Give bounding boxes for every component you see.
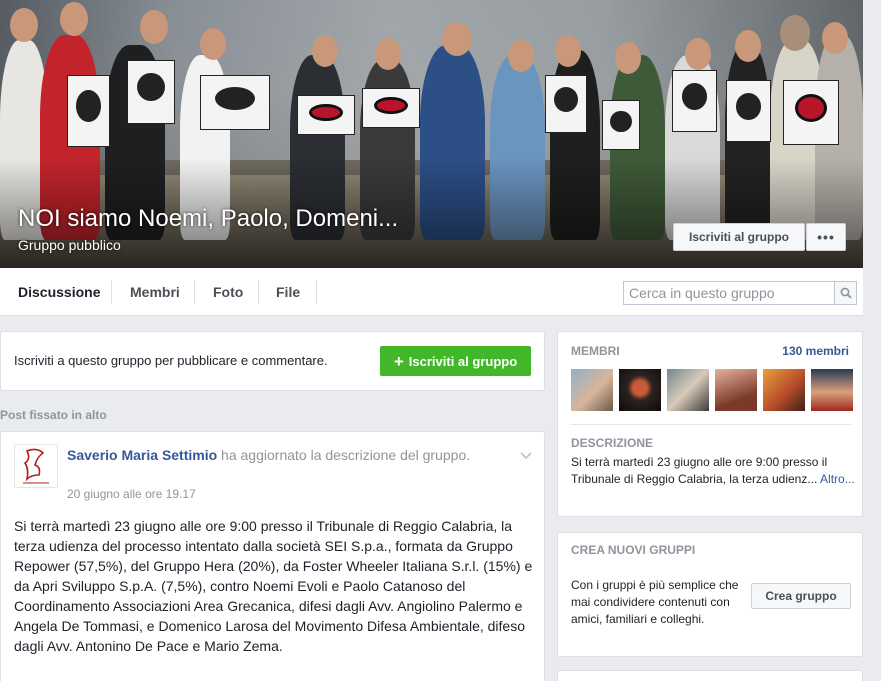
- cover-person-head: [780, 15, 810, 51]
- cover-person-head: [508, 40, 534, 72]
- group-privacy: Gruppo pubblico: [18, 237, 121, 253]
- protest-sign: [297, 95, 355, 135]
- cover-person-head: [60, 2, 88, 36]
- sidebar-divider: [571, 424, 851, 425]
- member-thumbnail[interactable]: [619, 369, 661, 411]
- chevron-down-icon[interactable]: [519, 448, 533, 462]
- tab-divider: [194, 280, 195, 304]
- tab-file[interactable]: File: [276, 268, 300, 316]
- author-name[interactable]: Saverio Maria Settimio: [67, 447, 217, 463]
- create-groups-text: Con i gruppi è più semplice che mai cond…: [571, 578, 739, 626]
- tab-membri[interactable]: Membri: [130, 268, 180, 316]
- group-title[interactable]: NOI siamo Noemi, Paolo, Domeni...: [18, 205, 398, 233]
- search-input[interactable]: [624, 282, 834, 304]
- tab-divider: [111, 280, 112, 304]
- tab-foto[interactable]: Foto: [213, 268, 243, 316]
- more-options-button[interactable]: •••: [806, 223, 846, 251]
- cover-person-head: [735, 30, 761, 62]
- cover-person-head: [200, 28, 226, 60]
- description-text: Si terrà martedì 23 giugno alle ore 9:00…: [571, 454, 856, 488]
- search-icon: [840, 287, 852, 299]
- join-group-button[interactable]: Iscriviti al gruppo: [673, 223, 805, 251]
- protest-sign: [672, 70, 717, 132]
- cover-person-head: [375, 38, 401, 70]
- cover-person-head: [685, 38, 711, 70]
- cover-person-head: [822, 22, 848, 54]
- protest-sign: [362, 88, 420, 128]
- description-heading: Descrizione: [571, 436, 654, 450]
- protest-sign: [602, 100, 640, 150]
- sidebar-next-card: [557, 670, 863, 681]
- tab-divider: [258, 280, 259, 304]
- cover-person-head: [555, 35, 581, 67]
- members-heading: Membri: [571, 344, 620, 358]
- post-body: Si terrà martedì 23 giugno alle ore 9:00…: [14, 518, 533, 654]
- create-groups-card: Crea nuovi gruppi Con i gruppi è più sem…: [557, 532, 863, 657]
- tab-divider: [316, 280, 317, 304]
- tab-discussione[interactable]: Discussione: [18, 268, 100, 316]
- protest-sign: [200, 75, 270, 130]
- member-thumbnail[interactable]: [571, 369, 613, 411]
- cover-person-head: [442, 22, 472, 56]
- member-thumbnail[interactable]: [715, 369, 757, 411]
- author-avatar[interactable]: [14, 444, 58, 488]
- join-prompt-card: Iscriviti a questo gruppo per pubblicare…: [0, 331, 545, 391]
- create-groups-heading: Crea nuovi gruppi: [571, 543, 696, 557]
- pinned-post-label: Post fissato in alto: [0, 408, 107, 422]
- cover-person-head: [10, 8, 38, 42]
- cover-person-head: [140, 10, 168, 44]
- create-group-button[interactable]: Crea gruppo: [751, 583, 851, 609]
- avatar-logo-icon: [23, 448, 49, 484]
- protest-sign: [67, 75, 110, 147]
- members-count-link[interactable]: 130 membri: [782, 344, 849, 358]
- join-group-green-label: Iscriviti al gruppo: [408, 353, 518, 369]
- protest-sign: [726, 80, 771, 142]
- post-header: Saverio Maria Settimio ha aggiornato la …: [67, 445, 487, 465]
- search-button[interactable]: [834, 282, 856, 304]
- join-group-green-button[interactable]: + Iscriviti al gruppo: [380, 346, 531, 376]
- members-card: Membri 130 membri Descrizione Si terrà m…: [557, 331, 863, 517]
- description-more-link[interactable]: Altro...: [820, 472, 855, 486]
- join-prompt-text: Iscriviti a questo gruppo per pubblicare…: [14, 353, 328, 368]
- member-thumbnails: [571, 369, 853, 411]
- protest-sign: [783, 80, 839, 145]
- pinned-post: Saverio Maria Settimio ha aggiornato la …: [0, 431, 545, 681]
- cover-person-head: [312, 35, 338, 67]
- description-body: Si terrà martedì 23 giugno alle ore 9:00…: [571, 455, 828, 486]
- cover-person-head: [615, 42, 641, 74]
- plus-icon: +: [393, 351, 404, 371]
- post-timestamp[interactable]: 20 giugno alle ore 19.17: [67, 487, 196, 501]
- member-thumbnail[interactable]: [667, 369, 709, 411]
- member-thumbnail[interactable]: [763, 369, 805, 411]
- protest-sign: [127, 60, 175, 124]
- member-thumbnail[interactable]: [811, 369, 853, 411]
- protest-sign: [545, 75, 587, 133]
- group-search: [623, 281, 857, 305]
- post-action: ha aggiornato la descrizione del gruppo.: [217, 447, 471, 463]
